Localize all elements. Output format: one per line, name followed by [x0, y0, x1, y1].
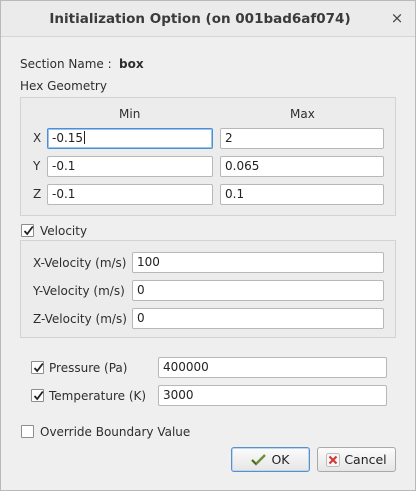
window-title: Initialization Option (on 001bad6af074) [49, 11, 351, 27]
temperature-label: Temperature (K) [49, 389, 147, 403]
y-velocity-label: Y-Velocity (m/s) [33, 284, 125, 298]
text-caret [84, 131, 86, 144]
cancel-button[interactable]: Cancel [317, 447, 396, 472]
pressure-input[interactable]: 400000 [158, 357, 387, 378]
x-min-value: -0.15 [52, 131, 84, 145]
z-max-input[interactable]: 0.1 [220, 184, 384, 205]
override-boundary-checkbox[interactable] [21, 425, 34, 438]
temperature-input[interactable]: 3000 [158, 385, 387, 406]
x-axis-label: X [33, 131, 42, 145]
z-velocity-input[interactable]: 0 [132, 308, 384, 329]
checkmark-icon [23, 225, 34, 236]
title-bar: Initialization Option (on 001bad6af074) … [1, 1, 415, 37]
hex-geometry-title: Hex Geometry [20, 79, 107, 93]
y-velocity-input[interactable]: 0 [132, 280, 384, 301]
x-max-input[interactable]: 2 [220, 128, 384, 149]
checkmark-icon [33, 390, 44, 401]
y-min-input[interactable]: -0.1 [47, 156, 213, 177]
y-max-input[interactable]: 0.065 [220, 156, 384, 177]
x-velocity-label: X-Velocity (m/s) [33, 256, 127, 270]
checkmark-icon [33, 362, 44, 373]
close-icon[interactable]: × [389, 10, 405, 26]
override-boundary-label: Override Boundary Value [40, 425, 191, 439]
z-axis-label: Z [33, 187, 42, 201]
pressure-checkbox[interactable] [31, 361, 44, 374]
velocity-checkbox[interactable] [21, 224, 34, 237]
cancel-x-icon [326, 452, 341, 467]
temperature-checkbox[interactable] [31, 389, 44, 402]
velocity-label: Velocity [40, 224, 88, 238]
check-arrow-icon [251, 453, 267, 466]
z-min-input[interactable]: -0.1 [47, 184, 213, 205]
cancel-button-label: Cancel [344, 452, 387, 467]
x-min-input[interactable]: -0.15 [47, 128, 213, 149]
section-name-value: box [119, 57, 144, 71]
pressure-label: Pressure (Pa) [49, 361, 128, 375]
min-header: Min [119, 107, 141, 121]
y-axis-label: Y [33, 159, 41, 173]
section-name-label: Section Name : [20, 57, 112, 71]
z-velocity-label: Z-Velocity (m/s) [33, 312, 127, 326]
x-velocity-input[interactable]: 100 [132, 252, 384, 273]
max-header: Max [290, 107, 315, 121]
ok-button-label: OK [271, 452, 290, 467]
initialization-dialog: Initialization Option (on 001bad6af074) … [0, 0, 416, 491]
ok-button[interactable]: OK [231, 447, 310, 472]
